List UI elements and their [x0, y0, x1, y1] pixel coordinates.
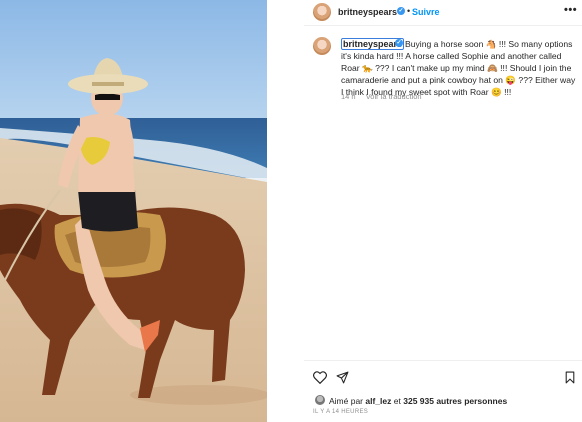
likes-summary: Aimé par alf_lez et 325 935 autres perso… [329, 396, 507, 406]
likes-prefix: Aimé par [329, 396, 364, 406]
header-divider [304, 25, 582, 26]
post-timestamp: IL Y A 14 HEURES [313, 409, 369, 415]
likes-connector: et [393, 396, 401, 406]
caption-body: Buying a horse soon 🐴 !!! So many option… [341, 38, 576, 98]
post-panel: britneyspears ✓ • Suivre ••• britneyspea… [304, 0, 582, 422]
post-photo[interactable] [0, 0, 267, 422]
more-options-icon[interactable]: ••• [564, 4, 577, 16]
caption-text: Buying a horse soon 🐴 !!! So many option… [341, 39, 576, 97]
heart-icon[interactable] [313, 371, 327, 384]
follow-button[interactable]: Suivre [412, 7, 440, 17]
author-avatar[interactable] [313, 3, 331, 21]
post-image [0, 0, 267, 422]
action-bar [304, 368, 582, 388]
post-header: britneyspears ✓ • Suivre ••• [304, 0, 582, 24]
actions-divider [304, 360, 582, 361]
liker-avatar[interactable] [315, 395, 325, 405]
share-icon[interactable] [336, 371, 349, 384]
likes-count-link[interactable]: 325 935 autres personnes [403, 396, 507, 406]
verified-badge-icon: ✓ [397, 7, 405, 15]
author-username[interactable]: britneyspears [338, 7, 397, 17]
liker-username[interactable]: alf_lez [365, 396, 391, 406]
caption-avatar[interactable] [313, 37, 331, 55]
bookmark-icon[interactable] [565, 371, 575, 384]
separator-dot: • [407, 6, 411, 16]
translate-link[interactable]: Voir la traduction [366, 92, 422, 101]
caption-age: 14 h [341, 92, 356, 101]
caption-meta: 14 h Voir la traduction [341, 92, 430, 101]
